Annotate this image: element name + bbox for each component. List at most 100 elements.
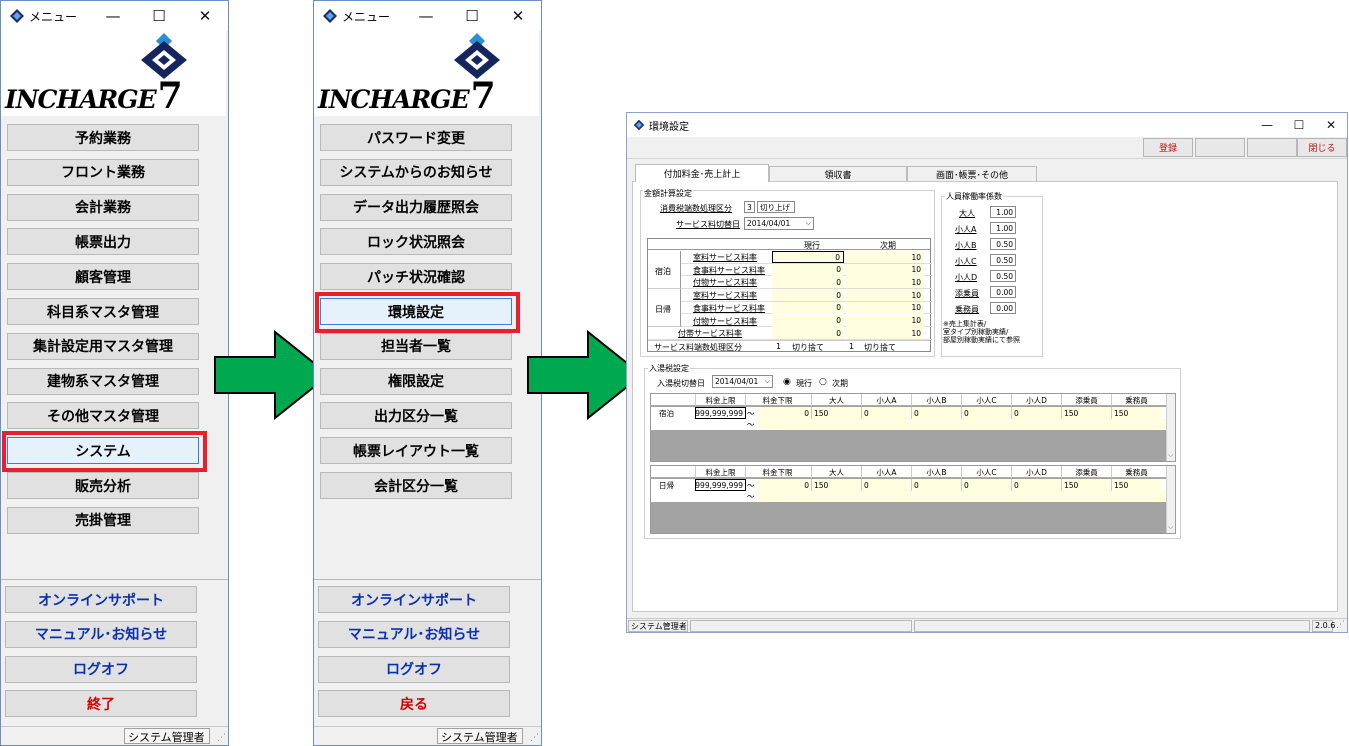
resize-grip-icon[interactable]: ⋰ [530, 733, 539, 743]
count-input[interactable]: 0 [961, 479, 1011, 491]
menu-button-5[interactable]: 顧客管理 [7, 263, 199, 291]
footer-button-2[interactable]: マニュアル･お知らせ [5, 620, 197, 648]
system-menu-button-7[interactable]: 担当者一覧 [320, 332, 512, 360]
rate-next-input[interactable]: 10 [846, 314, 924, 327]
menu-button-2[interactable]: フロント業務 [7, 158, 199, 186]
lower-input[interactable]: 0 [758, 479, 811, 491]
footer-button-2[interactable]: マニュアル･お知らせ [318, 620, 510, 648]
jinin-value-input[interactable]: 1.00 [990, 206, 1016, 218]
jinin-value-input[interactable]: 1.00 [990, 222, 1016, 234]
count-input[interactable]: 0 [1011, 479, 1061, 491]
close-icon[interactable]: ✕ [495, 1, 541, 31]
count-input[interactable]: 0 [1011, 407, 1061, 419]
rate-next-input[interactable]: 10 [846, 327, 924, 340]
tab-screen-other[interactable]: 画面･帳票･その他 [907, 166, 1037, 182]
jinin-label: 添乗員 [955, 289, 979, 298]
menu-button-3[interactable]: 会計業務 [7, 193, 199, 221]
jinin-value-input[interactable]: 0.00 [990, 286, 1016, 298]
system-menu-button-3[interactable]: データ出力履歴照会 [320, 193, 512, 221]
rate-next-input[interactable]: 10 [846, 251, 924, 263]
toolbar-blank-button-1[interactable] [1195, 138, 1245, 157]
system-menu-button-11[interactable]: 会計区分一覧 [320, 472, 512, 499]
minimize-icon[interactable]: — [90, 1, 136, 31]
tax-round-code-input[interactable]: 3 [744, 201, 755, 213]
count-input[interactable]: 0 [911, 479, 961, 491]
system-menu-button-9[interactable]: 出力区分一覧 [320, 402, 512, 430]
footer-button-3[interactable]: ログオフ [318, 655, 510, 683]
footer-button-3[interactable]: ログオフ [5, 655, 197, 683]
maximize-icon[interactable]: ☐ [1283, 113, 1315, 137]
system-menu-button-8[interactable]: 権限設定 [320, 367, 512, 395]
system-menu-button-10[interactable]: 帳票レイアウト一覧 [320, 437, 512, 465]
close-icon[interactable]: ✕ [1315, 113, 1347, 137]
count-input[interactable]: 150 [811, 407, 861, 419]
rate-current-input[interactable]: 0 [772, 301, 844, 314]
system-menu-button-4[interactable]: ロック状況照会 [320, 228, 512, 256]
rate-next-input[interactable]: 10 [846, 289, 924, 302]
count-input[interactable]: 150 [1111, 407, 1161, 419]
rate-next-input[interactable]: 10 [846, 301, 924, 314]
scrollbar[interactable]: ⌵ [1166, 394, 1175, 461]
svc-date-picker[interactable]: 2014/04/01 ⌵ [744, 217, 814, 230]
rate-current-input[interactable]: 0 [772, 276, 844, 289]
system-menu-button-1[interactable]: パスワード変更 [320, 124, 512, 151]
chevron-down-icon[interactable]: ⌵ [1168, 451, 1173, 460]
menu-button-11[interactable]: 販売分析 [7, 472, 199, 499]
maximize-icon[interactable]: ☐ [449, 1, 495, 31]
menu-button-9[interactable]: その他マスタ管理 [7, 402, 199, 430]
upper-input[interactable]: 999,999,999 [695, 407, 746, 419]
footer-button-4[interactable]: 戻る [318, 690, 510, 718]
jinin-value-input[interactable]: 0.50 [990, 270, 1016, 282]
radio-next-icon[interactable]: ○ [819, 377, 827, 387]
rate-current-input[interactable]: 0 [772, 251, 844, 263]
register-button[interactable]: 登録 [1143, 138, 1193, 157]
footer-button-4[interactable]: 終了 [5, 690, 197, 718]
nyuto-date-picker[interactable]: 2014/04/01 ⌵ [712, 375, 773, 388]
empty-row-input[interactable] [758, 419, 1167, 430]
count-input[interactable]: 150 [1061, 407, 1111, 419]
jinin-value-input[interactable]: 0.50 [990, 254, 1016, 266]
maximize-icon[interactable]: ☐ [136, 1, 182, 31]
close-icon[interactable]: ✕ [182, 1, 228, 31]
minimize-icon[interactable]: — [403, 1, 449, 31]
tab-surcharge[interactable]: 付加料金･売上計上 [635, 164, 769, 182]
count-input[interactable]: 150 [1061, 479, 1111, 491]
count-input[interactable]: 150 [811, 479, 861, 491]
scrollbar[interactable]: ⌵ [1166, 466, 1175, 533]
resize-grip-icon[interactable]: ⋰ [217, 733, 226, 743]
menu-button-6[interactable]: 科目系マスタ管理 [7, 298, 199, 325]
system-menu-button-2[interactable]: システムからのお知らせ [320, 158, 512, 186]
count-input[interactable]: 0 [911, 407, 961, 419]
upper-input[interactable]: 999,999,999 [695, 479, 746, 491]
rate-current-input[interactable]: 0 [772, 314, 844, 327]
count-input[interactable]: 0 [861, 479, 911, 491]
tab-receipt[interactable]: 領収書 [769, 166, 907, 182]
footer-button-1[interactable]: オンラインサポート [318, 586, 510, 613]
menu-button-4[interactable]: 帳票出力 [7, 228, 199, 256]
rate-current-input[interactable]: 0 [772, 289, 844, 302]
svc-date-label: サービス料切替日 [676, 220, 740, 229]
count-input[interactable]: 150 [1111, 479, 1161, 491]
rate-next-input[interactable]: 10 [846, 263, 924, 276]
resize-grip-icon[interactable]: ⋰ [1336, 620, 1345, 630]
rate-current-input[interactable]: 0 [772, 327, 844, 340]
empty-row-input[interactable] [758, 491, 1167, 502]
close-button[interactable]: 閉じる [1297, 138, 1347, 157]
jinin-value-input[interactable]: 0.00 [990, 302, 1016, 314]
rate-current-input[interactable]: 0 [772, 263, 844, 276]
rate-next-input[interactable]: 10 [846, 276, 924, 289]
jinin-value-input[interactable]: 0.50 [990, 238, 1016, 250]
lower-input[interactable]: 0 [758, 407, 811, 419]
radio-current-icon[interactable]: ◉ [783, 377, 791, 387]
menu-button-12[interactable]: 売掛管理 [7, 506, 199, 534]
chevron-down-icon[interactable]: ⌵ [1168, 523, 1173, 532]
menu-button-1[interactable]: 予約業務 [7, 124, 199, 151]
toolbar-blank-button-2[interactable] [1247, 138, 1297, 157]
footer-button-1[interactable]: オンラインサポート [5, 586, 197, 613]
count-input[interactable]: 0 [861, 407, 911, 419]
minimize-icon[interactable]: — [1251, 113, 1283, 137]
menu-button-8[interactable]: 建物系マスタ管理 [7, 367, 199, 395]
count-input[interactable]: 0 [961, 407, 1011, 419]
system-menu-button-5[interactable]: パッチ状況確認 [320, 263, 512, 291]
menu-button-7[interactable]: 集計設定用マスタ管理 [7, 332, 199, 360]
